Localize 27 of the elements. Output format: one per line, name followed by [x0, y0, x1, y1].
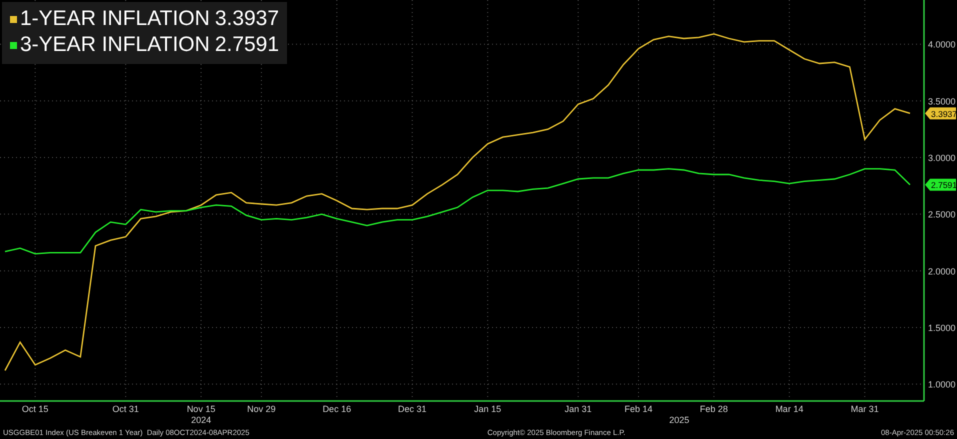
x-tick-label: Feb 14 [624, 404, 653, 414]
y-tick-label: 2.5000 [928, 210, 956, 220]
year-label: 2024 [191, 415, 212, 425]
y-tick-label: 3.5000 [928, 96, 956, 106]
y-tick-label: 1.0000 [928, 380, 956, 390]
y-tick-label: 2.0000 [928, 266, 956, 276]
x-tick-label: Oct 31 [112, 404, 139, 414]
x-tick-label: Mar 14 [775, 404, 804, 414]
x-tick-label: Dec 16 [322, 404, 352, 414]
price-tag: 2.7591 [925, 178, 957, 191]
x-tick-label: Feb 28 [700, 404, 728, 414]
x-tick-label: Nov 29 [247, 404, 276, 414]
year-label: 2025 [669, 415, 690, 425]
x-tick-label: Oct 15 [22, 404, 48, 414]
x-tick-label: Jan 31 [564, 404, 592, 414]
x-tick-label: Jan 15 [474, 404, 502, 414]
price-tag: 3.3937 [925, 107, 957, 120]
y-tick-label: 1.5000 [928, 322, 956, 333]
x-tick-label: Mar 31 [850, 404, 879, 414]
legend-label: 1-YEAR INFLATION [20, 6, 210, 32]
x-tick-label: Dec 31 [398, 404, 427, 414]
y-tick-label: 4.0000 [928, 40, 956, 50]
legend-value: 2.7591 [214, 32, 280, 58]
y-tick-label: 3.0000 [928, 153, 956, 163]
legend-value: 3.3937 [214, 6, 280, 32]
x-tick-label: Nov 15 [186, 404, 216, 414]
legend-label: 3-YEAR INFLATION [20, 32, 210, 58]
